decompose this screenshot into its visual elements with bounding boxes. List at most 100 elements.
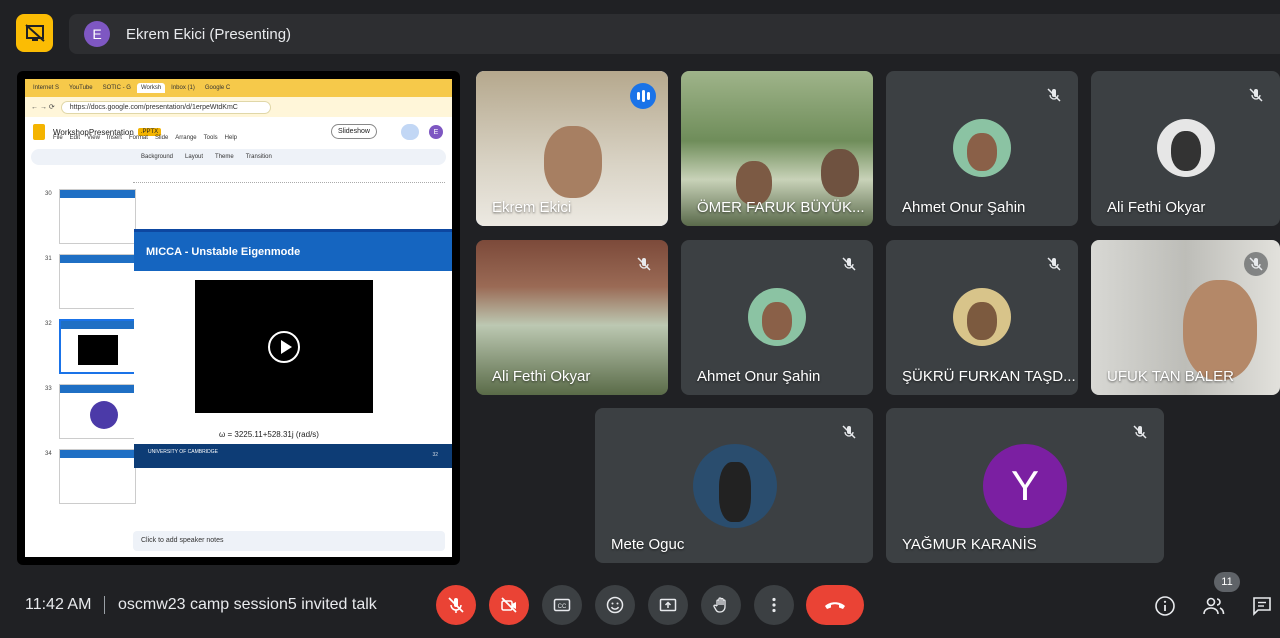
participant-tile[interactable]: UFUK TAN BALER [1091, 240, 1280, 395]
doc-menu-item: Arrange [175, 135, 197, 141]
participant-tile[interactable]: Ali Fethi Okyar [476, 240, 668, 395]
participant-tile[interactable]: Y YAĞMUR KARANİS [886, 408, 1164, 563]
doc-menu-item: Help [224, 135, 238, 141]
doc-menu-item: Slide [154, 135, 169, 141]
participant-tile[interactable]: ÖMER FARUK BÜYÜK... [681, 71, 873, 226]
doc-menu-bar: File Edit View Insert Format Slide Arran… [53, 135, 237, 141]
slide-thumb-row: 34 [45, 449, 136, 505]
participant-tile[interactable]: Ali Fethi Okyar [1091, 71, 1280, 226]
slide-thumb-row: 33 [45, 384, 136, 440]
chat-button[interactable] [1250, 594, 1274, 618]
mic-off-icon [837, 420, 861, 444]
participant-tile[interactable]: Mete Oguc [595, 408, 873, 563]
mic-off-icon [1042, 83, 1066, 107]
speaker-notes: Click to add speaker notes [133, 531, 445, 551]
people-button[interactable] [1202, 594, 1226, 618]
doc-menu-item: Edit [69, 135, 81, 141]
slide-thumbnails: 30 31 32 33 34 [45, 174, 136, 524]
shared-browser: Internet S YouTube SOTIC - G Worksh Inbo… [25, 79, 452, 557]
nav-arrows-icon: ← → ⟳ [31, 104, 55, 111]
participant-name: YAĞMUR KARANİS [902, 536, 1037, 553]
present-button[interactable] [648, 585, 688, 625]
meeting-info-button[interactable] [1153, 594, 1177, 618]
browser-tab: SOTIC - G [102, 85, 131, 91]
participant-tile[interactable]: Ahmet Onur Şahin [886, 71, 1078, 226]
browser-tab: Inbox (1) [171, 85, 195, 91]
browser-tab: YouTube [69, 85, 93, 91]
avatar [1157, 119, 1215, 177]
doc-header: WorkshopPresentation .PPTX [25, 117, 452, 147]
people-icon [1203, 597, 1225, 615]
reactions-button[interactable] [595, 585, 635, 625]
svg-text:CC: CC [558, 604, 567, 610]
cambridge-logo: UNIVERSITY OF CAMBRIDGE [148, 449, 218, 455]
presenter-bar: E Ekrem Ekici (Presenting) [69, 14, 1280, 54]
slide-thumb-number: 31 [45, 256, 52, 262]
hand-icon [713, 597, 726, 613]
slide-title: MICCA - Unstable Eigenmode [134, 229, 452, 271]
slide-thumb-row: 32 [45, 319, 136, 375]
share-button [401, 124, 419, 140]
avatar: Y [983, 444, 1067, 528]
mic-off-icon [1244, 83, 1268, 107]
mic-toggle-button[interactable] [436, 585, 476, 625]
doc-user-avatar: E [429, 125, 443, 139]
toolbar-item: Theme [215, 154, 234, 160]
slide-video [195, 280, 373, 413]
presentation-indicator-icon[interactable] [16, 14, 53, 52]
avatar [953, 119, 1011, 177]
slideshow-button: Slideshow [331, 124, 377, 139]
participant-name: Ali Fethi Okyar [1107, 199, 1206, 216]
emoji-icon [606, 596, 624, 614]
slide-formula: ω = 3225.11+528.31j (rad/s) [219, 430, 319, 439]
avatar [693, 444, 777, 528]
browser-tab: Internet S [33, 85, 60, 91]
participant-name: Mete Oguc [611, 536, 685, 553]
doc-menu-item: Format [128, 135, 148, 141]
doc-menu-item: Tools [203, 135, 218, 141]
toolbar-item: Background [141, 154, 174, 160]
slide-thumb-number: 30 [45, 191, 52, 197]
participant-tile[interactable]: ŞÜKRÜ FURKAN TAŞD... [886, 240, 1078, 395]
captions-icon: CC [553, 598, 571, 612]
mic-off-icon [1244, 252, 1268, 276]
slide-thumb-row: 30 [45, 189, 136, 245]
mic-off-icon [1128, 420, 1152, 444]
slide-thumb-number: 33 [45, 386, 52, 392]
shared-screen[interactable]: Internet S YouTube SOTIC - G Worksh Inbo… [17, 71, 460, 565]
slide-thumb-number: 34 [45, 451, 52, 457]
slide-number: 32 [432, 452, 438, 458]
camera-toggle-button[interactable] [489, 585, 529, 625]
doc-menu-item: View [87, 135, 100, 141]
participant-tile[interactable]: Ahmet Onur Şahin [681, 240, 873, 395]
slide-canvas: MICCA - Unstable Eigenmode ω = 3225.11+5… [134, 229, 452, 468]
leave-call-button[interactable] [806, 585, 864, 625]
raise-hand-button[interactable] [701, 585, 741, 625]
participant-name: Ekrem Ekici [492, 199, 572, 216]
participant-count-badge: 11 [1214, 572, 1240, 592]
browser-tab: Google C [204, 85, 231, 91]
captions-button[interactable]: CC [542, 585, 582, 625]
slides-logo-icon [33, 124, 45, 140]
meeting-name: oscmw23 camp session5 invited talk [118, 596, 377, 613]
participant-name: ŞÜKRÜ FURKAN TAŞD... [902, 368, 1076, 385]
slide-footer: UNIVERSITY OF CAMBRIDGE 32 [134, 444, 452, 468]
doc-menu-item: Insert [106, 135, 122, 141]
participant-name: Ahmet Onur Şahin [902, 199, 1026, 216]
mic-off-icon [837, 252, 861, 276]
toolbar-item: Transition [245, 154, 272, 160]
presenter-avatar: E [84, 21, 110, 47]
slide-thumb [59, 384, 136, 439]
mic-off-icon [632, 252, 656, 276]
participant-name: ÖMER FARUK BÜYÜK... [697, 199, 865, 216]
avatar [953, 288, 1011, 346]
more-options-button[interactable] [754, 585, 794, 625]
more-vert-icon [772, 597, 776, 613]
divider [104, 596, 105, 614]
play-icon [268, 330, 300, 363]
avatar [748, 288, 806, 346]
slide-thumb [59, 254, 136, 309]
browser-tab-bar: Internet S YouTube SOTIC - G Worksh Inbo… [25, 79, 452, 97]
mic-off-icon [448, 597, 464, 613]
participant-tile[interactable]: Ekrem Ekici [476, 71, 668, 226]
